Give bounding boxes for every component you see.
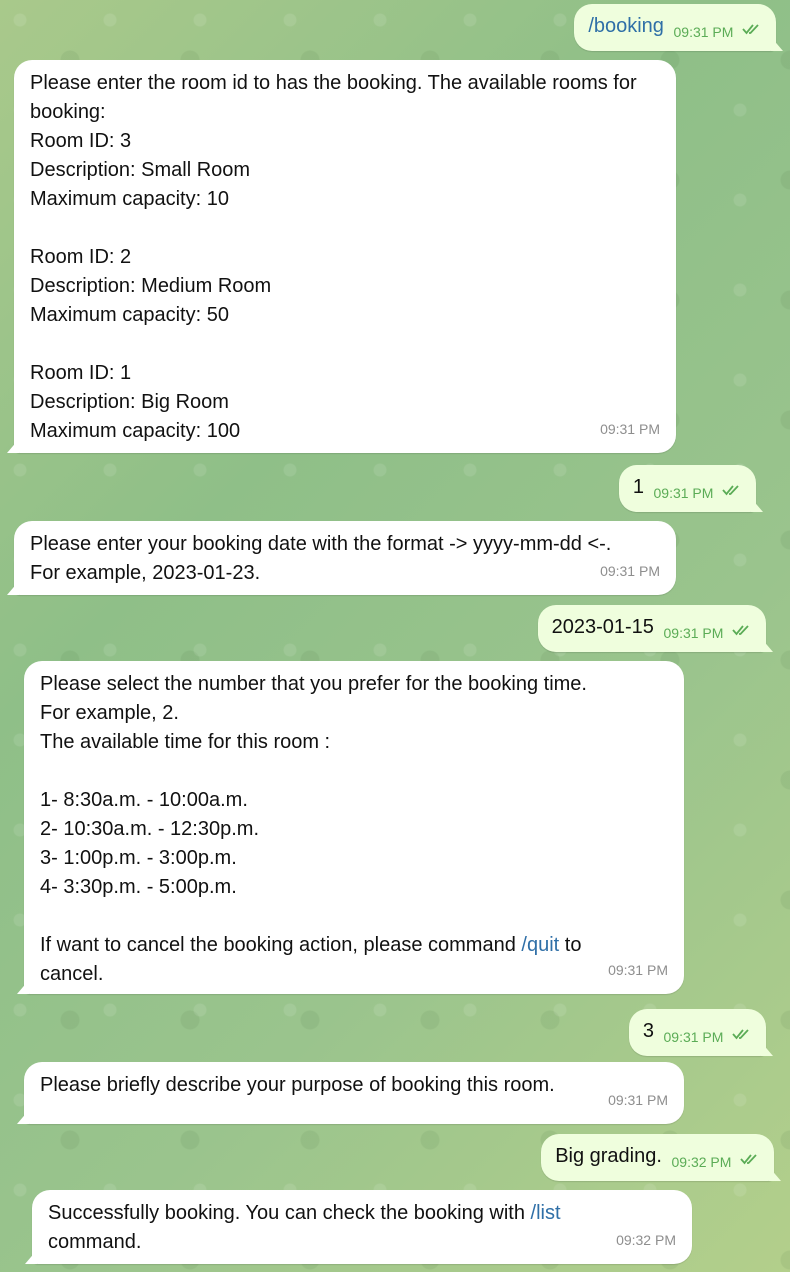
message-text: 1 bbox=[632, 476, 644, 498]
message-text: Big grading. bbox=[555, 1145, 662, 1167]
command-link[interactable]: /quit bbox=[521, 934, 559, 956]
message-time: 09:31 PM bbox=[600, 563, 660, 579]
incoming-message[interactable]: Please briefly describe your purpose of … bbox=[17, 1062, 684, 1124]
message-text: Please enter the room id to has the book… bbox=[30, 72, 637, 442]
incoming-message[interactable]: Please enter your booking date with the … bbox=[7, 521, 676, 595]
double-check-icon bbox=[732, 1020, 752, 1048]
message-time: 09:31 PM bbox=[663, 1029, 724, 1045]
outgoing-message[interactable]: /booking 09:31 PM bbox=[574, 4, 783, 51]
outgoing-message[interactable]: 2023-01-15 09:31 PM bbox=[537, 605, 773, 652]
double-check-icon bbox=[722, 476, 742, 504]
message-time: 09:31 PM bbox=[663, 625, 724, 641]
outgoing-message[interactable]: 1 09:31 PM bbox=[618, 465, 763, 512]
message-text: Please enter your booking date with the … bbox=[30, 533, 612, 584]
message-text: Successfully booking. You can check the … bbox=[48, 1202, 561, 1253]
message-time: 09:31 PM bbox=[608, 962, 668, 978]
message-time: 09:31 PM bbox=[653, 485, 714, 501]
incoming-message[interactable]: Please enter the room id to has the book… bbox=[7, 60, 676, 453]
message-time: 09:32 PM bbox=[671, 1154, 732, 1170]
message-text: 2023-01-15 bbox=[551, 616, 654, 638]
double-check-icon bbox=[742, 15, 762, 43]
message-text: 3 bbox=[642, 1020, 654, 1042]
incoming-message[interactable]: Successfully booking. You can check the … bbox=[25, 1190, 692, 1264]
command-link[interactable]: /booking bbox=[588, 15, 664, 37]
message-time: 09:31 PM bbox=[673, 24, 734, 40]
message-text: Please briefly describe your purpose of … bbox=[40, 1074, 555, 1096]
outgoing-message[interactable]: Big grading. 09:32 PM bbox=[541, 1134, 781, 1181]
outgoing-message[interactable]: 3 09:31 PM bbox=[628, 1009, 773, 1056]
message-time: 09:31 PM bbox=[600, 421, 660, 437]
message-time: 09:31 PM bbox=[608, 1092, 668, 1108]
incoming-message[interactable]: Please select the number that you prefer… bbox=[17, 661, 684, 994]
message-text: Please select the number that you prefer… bbox=[40, 673, 587, 985]
double-check-icon bbox=[740, 1145, 760, 1173]
message-time: 09:32 PM bbox=[616, 1232, 676, 1248]
command-link[interactable]: /list bbox=[531, 1202, 561, 1224]
double-check-icon bbox=[732, 616, 752, 644]
